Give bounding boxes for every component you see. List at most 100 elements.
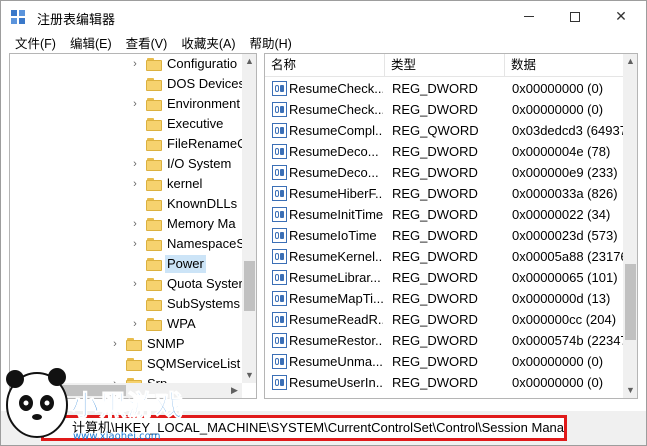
tree-item[interactable]: SQMServiceList (10, 354, 242, 374)
tree-item-label: Environment (167, 96, 240, 111)
tree-item[interactable]: Executive (10, 114, 242, 134)
value-name: ResumeMapTi... (289, 291, 383, 306)
value-row[interactable]: ResumeKernel... REG_DWORD 0x00005a88 (2317… (265, 246, 623, 267)
tree-item-label: KnownDLLs (167, 196, 238, 211)
scroll-up-arrow-icon[interactable]: ▲ (242, 54, 256, 69)
binary-value-icon (272, 228, 287, 243)
column-header-type[interactable]: 类型 (385, 54, 505, 77)
value-row[interactable]: ResumeCheck... REG_DWORD 0x00000000 (0) (265, 78, 623, 99)
value-data: 0x03dedcd3 (64937 (512, 123, 623, 138)
scroll-thumb[interactable] (26, 385, 126, 396)
registry-editor-window: 注册表编辑器 ✕ 文件(F) 编辑(E) 查看(V) 收藏夹(A) 帮助(H) … (0, 0, 647, 446)
value-data: 0x000000cc (204) (512, 312, 617, 327)
tree-item[interactable]: KnownDLLs (10, 194, 242, 214)
tree-item[interactable]: Power (10, 254, 242, 274)
binary-value-icon (272, 270, 287, 285)
scroll-down-arrow-icon[interactable]: ▼ (623, 383, 637, 398)
binary-value-icon (272, 123, 287, 138)
registry-key-tree[interactable]: › Configuratio DOS Devices › Environment Exec… (9, 53, 257, 399)
tree-item[interactable]: DOS Devices (10, 74, 242, 94)
folder-icon (146, 138, 162, 151)
scroll-thumb[interactable] (244, 261, 255, 311)
binary-value-icon (272, 375, 287, 390)
value-row[interactable]: ResumeIoTime REG_DWORD 0x0000023d (573) (265, 225, 623, 246)
column-header-name[interactable]: 名称 (265, 54, 385, 77)
maximize-button[interactable] (552, 1, 598, 32)
registry-path-address[interactable]: 计算机\HKEY_LOCAL_MACHINE\SYSTEM\CurrentCon… (41, 415, 567, 441)
tree-item[interactable]: › kernel (10, 174, 242, 194)
values-vertical-scrollbar[interactable]: ▲ ▼ (623, 54, 637, 398)
value-row[interactable]: ResumeReadR... REG_DWORD 0x000000cc (204) (265, 309, 623, 330)
chevron-right-icon[interactable]: › (130, 94, 140, 114)
tree-item-label: NamespaceS (167, 236, 242, 251)
value-row[interactable]: ResumeUserIn... REG_DWORD 0x00000000 (0) (265, 372, 623, 393)
scroll-right-arrow-icon[interactable]: ▶ (227, 383, 242, 398)
chevron-right-icon[interactable]: › (130, 54, 140, 74)
tree-item[interactable]: › Quota Syster (10, 274, 242, 294)
folder-icon (146, 318, 162, 331)
menu-file[interactable]: 文件(F) (15, 32, 56, 52)
minimize-button[interactable] (506, 1, 552, 32)
value-row[interactable]: ResumeDeco... REG_DWORD 0x0000004e (78) (265, 141, 623, 162)
tree-item[interactable]: › Memory Ma (10, 214, 242, 234)
value-row[interactable]: ResumeMapTi... REG_DWORD 0x0000000d (13) (265, 288, 623, 309)
tree-item-label: Power (165, 255, 206, 273)
folder-icon (126, 358, 142, 371)
menu-view[interactable]: 查看(V) (126, 32, 168, 52)
value-name: ResumeIoTime (289, 228, 377, 243)
value-type: REG_DWORD (392, 186, 478, 201)
tree-item-label: Configuratio (167, 56, 238, 71)
value-data: 0x0000574b (22347 (512, 333, 623, 348)
value-data: 0x00005a88 (23176 (512, 249, 623, 264)
tree-item[interactable]: › Configuratio (10, 54, 242, 74)
value-data: 0x00000022 (34) (512, 207, 611, 222)
scroll-down-arrow-icon[interactable]: ▼ (242, 368, 256, 383)
tree-horizontal-scrollbar[interactable]: ◀ ▶ (10, 383, 242, 398)
chevron-right-icon[interactable]: › (130, 234, 140, 254)
value-row[interactable]: ResumeHiberF... REG_DWORD 0x0000033a (826) (265, 183, 623, 204)
column-header-data[interactable]: 数据 (505, 54, 623, 77)
tree-item-label: DOS Devices (167, 76, 242, 91)
value-name: ResumeCheck... (289, 81, 383, 96)
tree-item-label: Executive (167, 116, 224, 131)
value-name: ResumeCheck... (289, 102, 383, 117)
tree-item[interactable]: › NamespaceS (10, 234, 242, 254)
folder-icon (146, 158, 162, 171)
tree-item-label: SNMP (147, 336, 185, 351)
tree-item-label: Memory Ma (167, 216, 236, 231)
tree-item[interactable]: SubSystems (10, 294, 242, 314)
value-row[interactable]: ResumeUnma... REG_DWORD 0x00000000 (0) (265, 351, 623, 372)
tree-item[interactable]: FileRenameC (10, 134, 242, 154)
value-row[interactable]: ResumeCompl... REG_QWORD 0x03dedcd3 (64937 (265, 120, 623, 141)
value-row[interactable]: ResumeInitTime REG_DWORD 0x00000022 (34) (265, 204, 623, 225)
registry-values-list[interactable]: 名称 类型 数据 ResumeCheck... REG_DWORD 0x000000… (264, 53, 638, 399)
tree-item[interactable]: › Environment (10, 94, 242, 114)
value-type: REG_DWORD (392, 228, 478, 243)
tree-item-label: SQMServiceList (147, 356, 241, 371)
scroll-thumb[interactable] (625, 264, 636, 340)
tree-item[interactable]: › SNMP (10, 334, 242, 354)
chevron-right-icon[interactable]: › (110, 334, 120, 354)
close-button[interactable]: ✕ (598, 1, 644, 32)
value-row[interactable]: ResumeDeco... REG_DWORD 0x000000e9 (233) (265, 162, 623, 183)
menu-help[interactable]: 帮助(H) (249, 32, 291, 52)
menu-favorites[interactable]: 收藏夹(A) (181, 32, 235, 52)
chevron-right-icon[interactable]: › (130, 214, 140, 234)
value-name: ResumeHiberF... (289, 186, 383, 201)
scroll-up-arrow-icon[interactable]: ▲ (623, 54, 637, 69)
value-row[interactable]: ResumeCheck... REG_DWORD 0x00000000 (0) (265, 99, 623, 120)
value-row[interactable]: ResumeLibrar... REG_DWORD 0x00000065 (101) (265, 267, 623, 288)
value-name: ResumeDeco... (289, 165, 379, 180)
tree-item[interactable]: › I/O System (10, 154, 242, 174)
chevron-right-icon[interactable]: › (130, 174, 140, 194)
value-row[interactable]: ResumeRestor... REG_DWORD 0x0000574b (2234… (265, 330, 623, 351)
folder-icon (146, 78, 162, 91)
tree-vertical-scrollbar[interactable]: ▲ ▼ (242, 54, 256, 383)
scroll-left-arrow-icon[interactable]: ◀ (10, 383, 25, 398)
title-bar[interactable]: 注册表编辑器 ✕ (1, 1, 646, 32)
chevron-right-icon[interactable]: › (130, 314, 140, 334)
chevron-right-icon[interactable]: › (130, 274, 140, 294)
tree-item[interactable]: › WPA (10, 314, 242, 334)
menu-edit[interactable]: 编辑(E) (70, 32, 112, 52)
chevron-right-icon[interactable]: › (130, 154, 140, 174)
